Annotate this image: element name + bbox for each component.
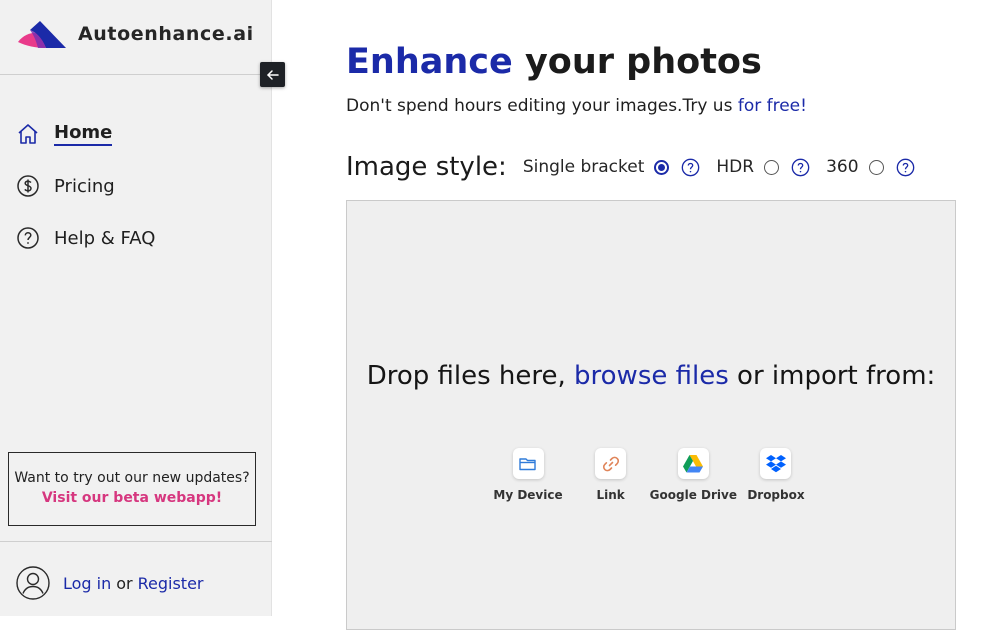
file-dropzone[interactable]: Drop files here, browse files or import … [346,200,956,630]
import-dropbox-button[interactable]: Dropbox [735,448,817,502]
360-help-icon[interactable] [896,158,915,177]
google-drive-icon [683,454,704,472]
option-single-bracket-label: Single bracket [522,157,645,177]
drop-instructions: Drop files here, browse files or import … [347,361,955,391]
option-hdr-label: HDR [716,157,755,177]
user-avatar-icon [16,566,50,600]
login-link[interactable]: Log in [63,574,111,593]
sidebar: Autoenhance.ai Home Pricing Help & FAQ W… [0,0,272,616]
page-subtitle: Don't spend hours editing your images.Tr… [346,96,807,116]
import-sources: My Device Link Google Drive Dropbox [487,448,817,502]
sidebar-item-home[interactable]: Home [16,119,113,149]
sidebar-item-label: Pricing [54,175,115,197]
sidebar-item-pricing[interactable]: Pricing [16,171,115,201]
arrow-left-icon [266,69,279,80]
radio-dot [658,163,666,171]
source-label: Link [596,488,625,502]
main-content: Enhance your photos Don't spend hours ed… [272,0,988,630]
source-label: My Device [493,488,563,502]
image-style-label: Image style: [346,152,507,182]
single-bracket-radio[interactable] [654,159,670,175]
brand[interactable]: Autoenhance.ai [16,17,254,51]
import-link-button[interactable]: Link [570,448,652,502]
source-tile [760,448,792,479]
page-title-rest: your photos [524,42,762,82]
source-tile [512,448,544,479]
brand-name: Autoenhance.ai [78,23,254,45]
home-icon [18,124,38,144]
browse-files-link[interactable]: browse files [574,361,729,391]
import-my-device-button[interactable]: My Device [487,448,569,502]
try-free-link[interactable]: for free! [738,96,807,116]
subtitle-text: Don't spend hours editing your images.Tr… [346,96,733,116]
sidebar-item-label: Home [54,122,113,146]
folder-icon [519,457,536,470]
sidebar-item-label: Help & FAQ [54,227,156,249]
dropbox-icon [765,454,786,472]
hdr-radio[interactable] [764,159,780,175]
question-icon [17,227,39,249]
hdr-help-icon[interactable] [791,158,810,177]
sidebar-bottom-divider [0,541,272,542]
import-google-drive-button[interactable]: Google Drive [649,448,737,502]
option-360-label: 360 [826,157,859,177]
source-tile [677,448,709,479]
source-label: Dropbox [747,488,805,502]
image-style-selector: Image style: Single bracket HDR 360 [346,152,931,182]
link-icon [602,456,619,471]
beta-question: Want to try out our new updates? [14,470,250,486]
source-label: Google Drive [649,488,737,502]
single-bracket-help-icon[interactable] [681,158,700,177]
login-or-text: or [116,573,133,593]
source-tile [595,448,627,479]
drop-text-after: or import from: [737,361,936,391]
page-title-accent: Enhance [346,42,513,82]
collapse-sidebar-button[interactable] [260,62,285,87]
account-row: Log in or Register [16,566,204,600]
beta-webapp-link[interactable]: Visit our beta webapp! [9,490,255,506]
beta-promo: Want to try out our new updates? Visit o… [8,452,256,526]
autoenhance-logo-icon [18,21,66,48]
360-radio[interactable] [868,159,884,175]
dollar-icon [17,175,39,197]
drop-text-before: Drop files here, [366,361,566,391]
register-link[interactable]: Register [138,574,204,593]
sidebar-top-divider [0,74,272,75]
sidebar-item-help[interactable]: Help & FAQ [16,223,155,253]
page-title: Enhance your photos [346,42,762,82]
